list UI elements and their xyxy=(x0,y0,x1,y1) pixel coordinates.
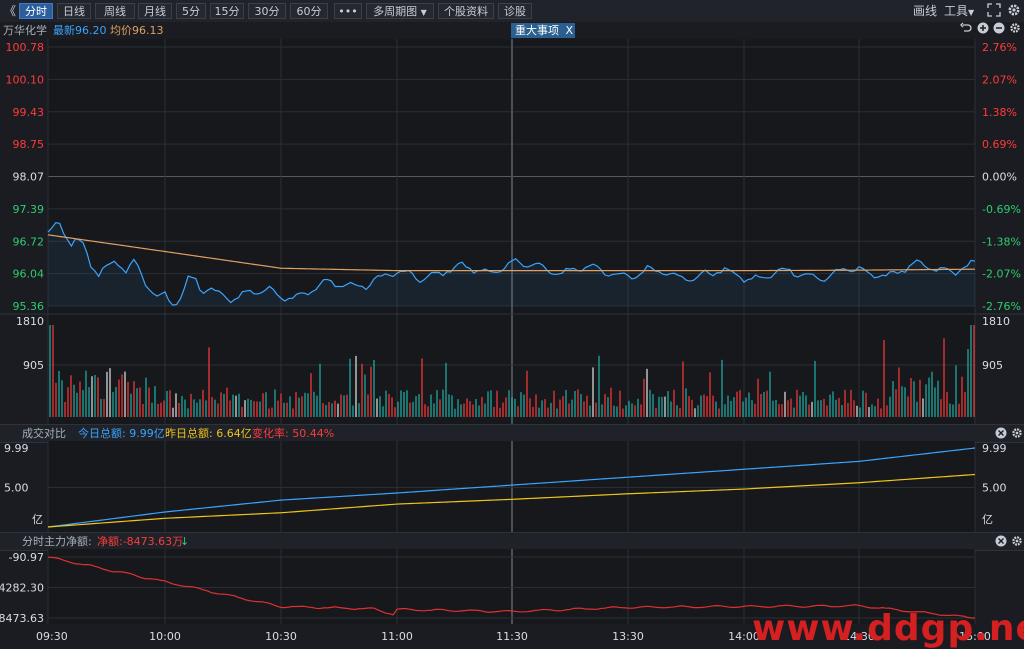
tools-button[interactable]: 工具▼ xyxy=(944,3,974,21)
tab-30min[interactable]: 30分 xyxy=(248,3,286,19)
undo-icon[interactable] xyxy=(960,22,972,39)
time-tick-label: 10:30 xyxy=(265,630,297,643)
major-event-tag[interactable]: 重大事项 X xyxy=(511,23,575,38)
diagnose-button[interactable]: 诊股 xyxy=(498,3,532,19)
volume-max-label: 1810 xyxy=(982,315,1010,328)
price-tick-label: 96.04 xyxy=(13,268,45,281)
zoom-in-icon[interactable] xyxy=(977,22,989,39)
multi-period-dropdown[interactable]: 多周期图 ▼ xyxy=(366,3,434,19)
price-tick-label: 100.78 xyxy=(6,41,45,54)
average-price: 均价96.13 xyxy=(110,24,164,37)
yesterday-total: 昨日总额: 6.64亿 xyxy=(165,427,252,440)
percent-tick-label: -1.38% xyxy=(982,235,1021,248)
turnover-top-label: 9.99 xyxy=(982,442,1007,455)
percent-tick-label: -2.76% xyxy=(982,300,1021,313)
turnover-unit-label: 亿 xyxy=(982,513,993,526)
flow-tick-label: -4282.30 xyxy=(0,582,44,595)
tab-15min[interactable]: 15分 xyxy=(210,3,244,19)
toolbar: 《 分时 日线 周线 月线 5分 15分 30分 60分 ••• 多周期图 ▼ … xyxy=(0,0,1024,23)
tab-daily[interactable]: 日线 xyxy=(57,3,91,19)
draw-line-button[interactable]: 画线 xyxy=(913,3,937,19)
zoom-out-icon[interactable] xyxy=(993,22,1005,39)
percent-tick-label: 0.69% xyxy=(982,138,1017,151)
turnover-unit-label: 亿 xyxy=(32,513,43,526)
volume-mid-label: 905 xyxy=(23,359,44,372)
latest-price: 最新96.20 xyxy=(53,24,107,37)
turnover-title: 成交对比 xyxy=(22,427,66,440)
turnover-top-label: 9.99 xyxy=(4,442,29,455)
double-chevron-left-icon[interactable]: 《 xyxy=(4,3,16,19)
price-tick-label: 98.75 xyxy=(13,138,45,151)
caret-down-icon: ▼ xyxy=(420,8,427,17)
price-tick-label: 96.72 xyxy=(13,235,45,248)
close-icon[interactable]: X xyxy=(566,24,574,37)
percent-tick-label: 2.07% xyxy=(982,73,1017,86)
settings-gear-icon[interactable] xyxy=(1007,3,1021,21)
volume-max-label: 1810 xyxy=(16,315,44,328)
percent-tick-label: 2.76% xyxy=(982,41,1017,54)
time-tick-label: 11:30 xyxy=(496,630,528,643)
today-total: 今日总额: 9.99亿 xyxy=(78,427,165,440)
turnover-mid-label: 5.00 xyxy=(4,481,29,494)
flow-tick-label: -8473.63 xyxy=(0,612,44,625)
settings-gear-icon[interactable] xyxy=(1009,22,1021,39)
down-arrow-icon: ↓ xyxy=(180,535,190,548)
time-tick-label: 11:00 xyxy=(381,630,413,643)
price-tick-label: 100.10 xyxy=(6,73,45,86)
price-tick-label: 97.39 xyxy=(13,203,45,216)
percent-tick-label: 0.00% xyxy=(982,171,1017,184)
percent-tick-label: -2.07% xyxy=(982,268,1021,281)
info-bar: 万华化学 最新96.20 均价96.13 重大事项 X xyxy=(0,22,1024,39)
turnover-comparison-chart[interactable]: 9.99 5.00 亿 9.99 5.00 亿 xyxy=(0,441,1024,532)
change-rate: 变化率: 50.44% xyxy=(252,427,335,440)
major-event-label: 重大事项 xyxy=(515,24,559,37)
volume-mid-label: 905 xyxy=(982,359,1003,372)
watermark: www.ddgp.net xyxy=(752,608,1024,649)
flow-title: 分时主力净额: xyxy=(22,535,92,548)
tools-label: 工具 xyxy=(944,4,969,18)
fullscreen-icon[interactable] xyxy=(987,3,1001,21)
price-tick-label: 98.07 xyxy=(13,171,45,184)
net-flow-value: 净额:-8473.63万 xyxy=(97,535,184,548)
tab-weekly[interactable]: 周线 xyxy=(95,3,135,19)
price-tick-label: 99.43 xyxy=(13,106,45,119)
more-button[interactable]: ••• xyxy=(334,3,362,19)
time-tick-label: 10:00 xyxy=(149,630,181,643)
time-tick-label: 09:30 xyxy=(36,630,68,643)
time-tick-label: 13:30 xyxy=(612,630,644,643)
stock-profile-button[interactable]: 个股资料 xyxy=(438,3,494,19)
tab-monthly[interactable]: 月线 xyxy=(138,3,172,19)
tab-5min[interactable]: 5分 xyxy=(176,3,206,19)
turnover-mid-label: 5.00 xyxy=(982,481,1007,494)
flow-tick-label: -90.97 xyxy=(9,551,44,564)
percent-tick-label: 1.38% xyxy=(982,106,1017,119)
price-tick-label: 95.36 xyxy=(13,300,45,313)
multi-period-label: 多周期图 xyxy=(373,5,418,18)
tab-60min[interactable]: 60分 xyxy=(290,3,328,19)
percent-tick-label: -0.69% xyxy=(982,203,1021,216)
tab-intraday[interactable]: 分时 xyxy=(19,3,53,19)
stock-name: 万华化学 xyxy=(3,24,47,37)
caret-down-icon: ▼ xyxy=(968,8,975,17)
intraday-price-chart[interactable]: 100.78 2.76% 100.10 2.07% 99.43 1.38% 98.75 0.6… xyxy=(0,39,1024,424)
